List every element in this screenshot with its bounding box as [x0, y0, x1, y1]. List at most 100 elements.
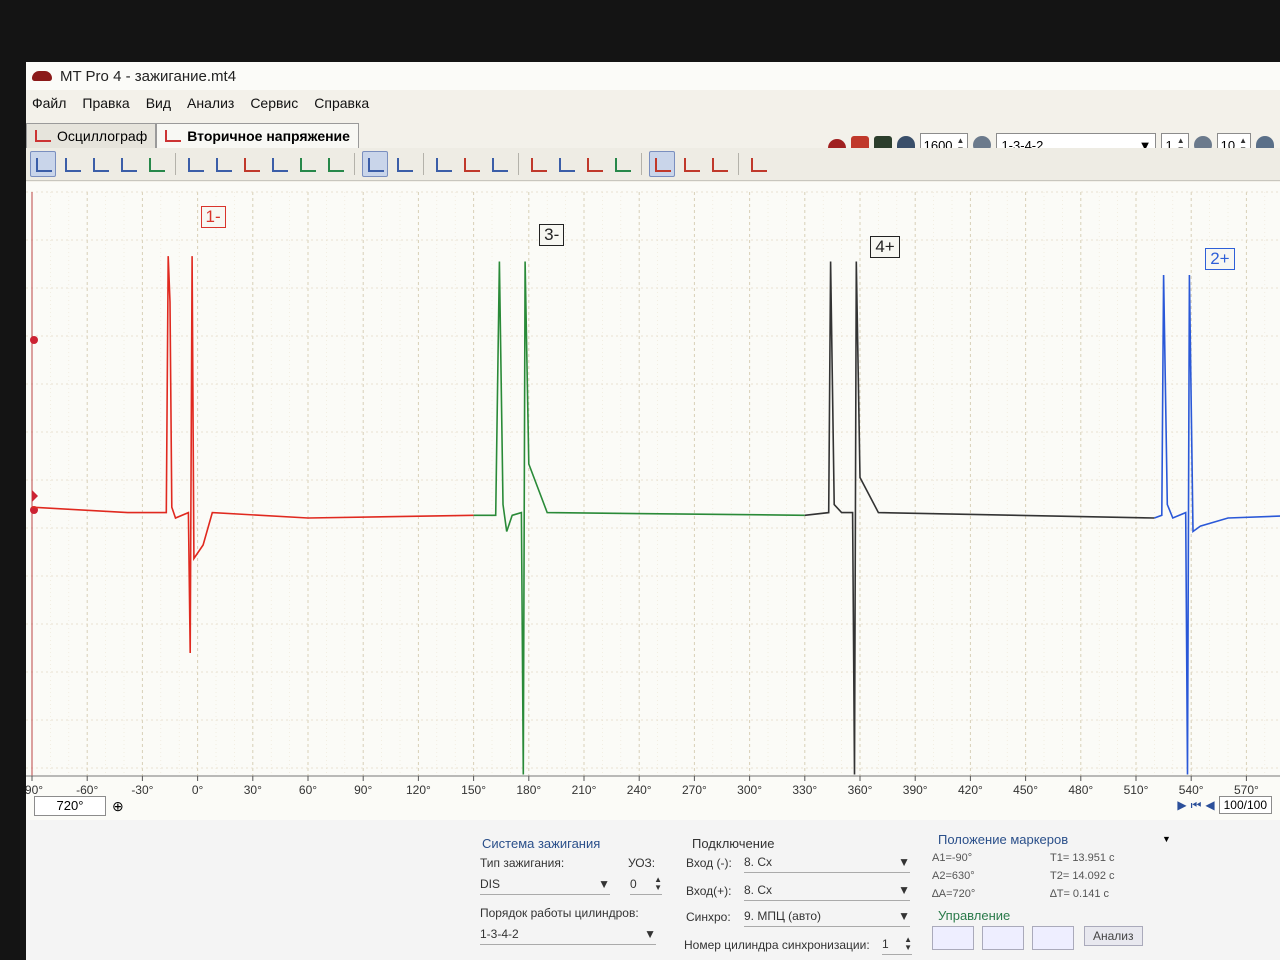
input-minus-select[interactable]: 8. Сх ▼: [744, 852, 910, 873]
menu-view[interactable]: Вид: [146, 95, 171, 111]
bottom-panel: Система зажигания Тип зажигания: DIS ▼ У…: [26, 820, 1280, 960]
vertical-zoom-button[interactable]: [431, 152, 455, 176]
main-toolbar: [26, 148, 1280, 181]
view-mode-raster-button[interactable]: [60, 152, 84, 176]
menu-analysis[interactable]: Анализ: [187, 95, 234, 111]
uoz-spinner[interactable]: 0 ▲ ▼: [630, 874, 662, 895]
input-plus-select[interactable]: 8. Сх ▼: [744, 880, 910, 901]
check-button[interactable]: [295, 152, 319, 176]
marker-a2: A2=630°: [932, 870, 975, 882]
toolbar-divider: [423, 153, 424, 175]
zoom-in-icon[interactable]: ⊕: [112, 798, 124, 815]
wave-view-button[interactable]: [392, 152, 416, 176]
uoz-value: 0: [630, 877, 637, 891]
marker-a1: A1=-90°: [932, 852, 973, 864]
cylinder-peak-label: 2+: [1205, 248, 1235, 270]
toolbar-divider: [175, 153, 176, 175]
marker-b-button[interactable]: [554, 152, 578, 176]
invert-button[interactable]: [746, 152, 770, 176]
sync-select[interactable]: 9. МПЦ (авто) ▼: [744, 906, 910, 927]
page-navigation: ▶ ⏮ ◀ 100/100: [1177, 796, 1272, 814]
secondary-voltage-icon: [165, 130, 182, 142]
markers-section-title: Положение маркеров: [938, 832, 1069, 847]
marker-button[interactable]: [526, 152, 550, 176]
marker-t1: T1= 13.951 с: [1050, 852, 1115, 864]
firing-order-field-value: 1-3-4-2: [480, 927, 519, 941]
menu-file[interactable]: Файл: [32, 95, 66, 111]
stack-control-button[interactable]: [982, 926, 1024, 950]
chevron-down-icon: ▼: [898, 883, 910, 897]
channel-settings-button[interactable]: [487, 152, 511, 176]
tab-secondary-voltage[interactable]: Вторичное напряжение: [156, 123, 359, 148]
spinner-arrows-icon[interactable]: ▲▼: [654, 876, 662, 892]
histogram-button[interactable]: [582, 152, 606, 176]
analysis-button[interactable]: Анализ: [1084, 926, 1143, 946]
view-mode-parade-button[interactable]: [30, 151, 56, 177]
marker-delta-t: ∆T= 0.141 с: [1050, 888, 1110, 900]
input-plus-value: 8. Сх: [744, 883, 773, 897]
measure-tool-button[interactable]: [211, 152, 235, 176]
tab-oscilloscope[interactable]: Осциллограф: [26, 123, 157, 148]
cylinder-numbers-button[interactable]: [239, 152, 263, 176]
cylinder-peak-label: 3-: [539, 224, 565, 246]
spark-mode-button[interactable]: [679, 152, 703, 176]
swap-channels-button[interactable]: [459, 152, 483, 176]
marker-t2: T2= 14.092 с: [1050, 870, 1115, 882]
view-mode-overlay-button[interactable]: [88, 152, 112, 176]
chevron-down-icon: ▼: [598, 877, 610, 891]
coil-mode-button[interactable]: [707, 152, 731, 176]
tab-strip: Осциллограф Вторичное напряжение: [26, 120, 359, 148]
menu-help[interactable]: Справка: [314, 95, 369, 111]
prev-page-icon[interactable]: ◀: [1205, 798, 1214, 812]
oscillogram-plot[interactable]: -90°-60°-30°0°30°60°90°120°150°180°210°2…: [26, 182, 1280, 838]
input-minus-label: Вход (-):: [686, 856, 732, 870]
sync-label: Синхро:: [686, 910, 731, 924]
sync-value: 9. МПЦ (авто): [744, 909, 821, 923]
sync-cylinder-spinner[interactable]: 1 ▲ ▼: [882, 934, 912, 955]
ignition-type-select[interactable]: DIS ▼: [480, 874, 610, 895]
image-export-button[interactable]: [323, 152, 347, 176]
view-mode-single-button[interactable]: [116, 152, 140, 176]
play-icon[interactable]: ▶: [1177, 798, 1186, 812]
firing-order-label: Порядок работы цилиндров:: [480, 906, 639, 920]
tab-secondary-voltage-label: Вторичное напряжение: [187, 128, 350, 144]
cylinder-peak-label: 1-: [200, 206, 226, 228]
menu-edit[interactable]: Правка: [82, 95, 129, 111]
connection-section-title: Подключение: [692, 836, 775, 851]
bar-view-button[interactable]: [362, 151, 388, 177]
toolbar-divider: [641, 153, 642, 175]
rpm-button[interactable]: [267, 152, 291, 176]
waveform-icon: [35, 130, 51, 142]
bar-stats-button[interactable]: [610, 152, 634, 176]
sync-cylinder-label: Номер цилиндра синхронизации:: [684, 938, 870, 952]
ignition-type-label: Тип зажигания:: [480, 856, 565, 870]
parade-control-button[interactable]: [932, 926, 974, 950]
spinner-arrows-icon[interactable]: ▲▼: [904, 936, 912, 952]
marker-delta-a: ∆A=720°: [932, 888, 976, 900]
title-bar: MT Pro 4 - зажигание.mt4: [26, 62, 1280, 90]
dis-mode-button[interactable]: [649, 151, 675, 177]
toolbar-divider: [518, 153, 519, 175]
channel-offset-handle: [30, 336, 38, 344]
chevron-down-icon: ▼: [898, 909, 910, 923]
first-page-icon[interactable]: ⏮: [1191, 798, 1202, 813]
waveform-chart[interactable]: -90°-60°-30°0°30°60°90°120°150°180°210°2…: [26, 182, 1280, 838]
zoom-field[interactable]: 720°: [34, 796, 106, 816]
input-plus-label: Вход(+):: [686, 884, 732, 898]
ignition-section-title: Система зажигания: [482, 836, 601, 851]
tab-oscilloscope-label: Осциллограф: [57, 128, 148, 144]
chevron-down-icon: ▼: [898, 855, 910, 869]
menu-service[interactable]: Сервис: [250, 95, 298, 111]
cylinder-control-button[interactable]: [1032, 926, 1074, 950]
chevron-down-icon: ▼: [644, 927, 656, 941]
uoz-label: УОЗ:: [628, 856, 656, 870]
toolbar-divider: [738, 153, 739, 175]
control-section-title: Управление: [938, 908, 1011, 923]
chevron-down-icon[interactable]: ▼: [1162, 834, 1171, 844]
auto-detect-button[interactable]: [144, 152, 168, 176]
cursor-tool-button[interactable]: [183, 152, 207, 176]
sync-cylinder-value: 1: [882, 937, 889, 951]
window-title: MT Pro 4 - зажигание.mt4: [60, 67, 237, 85]
firing-order-field[interactable]: 1-3-4-2 ▼: [480, 924, 656, 945]
ignition-type-value: DIS: [480, 877, 501, 891]
